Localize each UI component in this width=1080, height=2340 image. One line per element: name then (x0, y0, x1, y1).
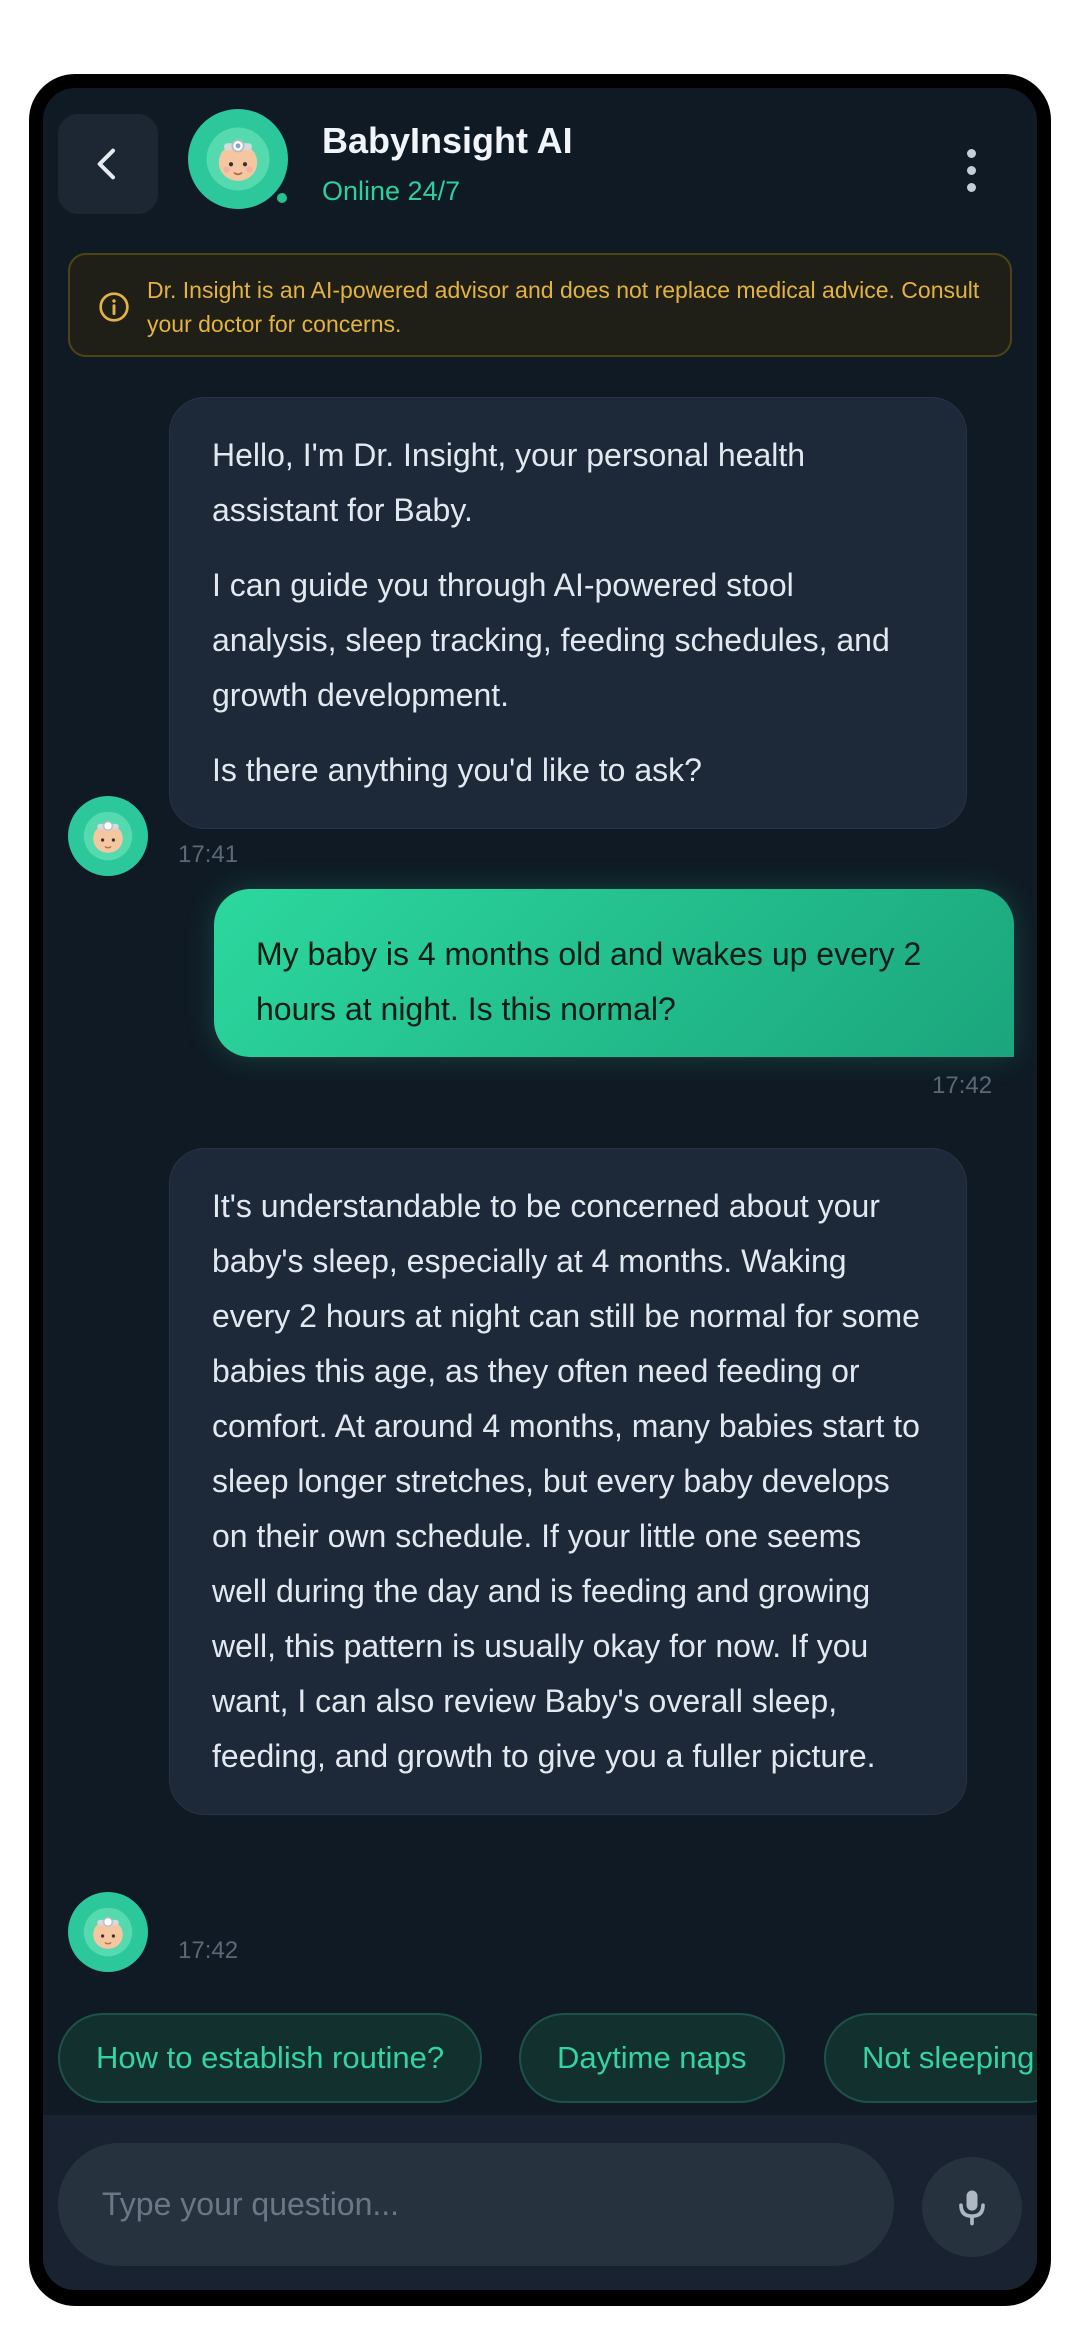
voice-input-button[interactable] (922, 2157, 1022, 2257)
info-icon (99, 292, 129, 322)
chat-header: BabyInsight AI Online 24/7 (43, 88, 1037, 248)
bot-message: Hello, I'm Dr. Insight, your personal he… (169, 397, 967, 829)
doctor-baby-icon (83, 1907, 133, 1957)
assistant-avatar (188, 109, 288, 209)
user-message: My baby is 4 months old and wakes up eve… (214, 889, 1014, 1057)
chat-screen: BabyInsight AI Online 24/7 Dr. Insight i… (43, 88, 1037, 2290)
more-options-button[interactable] (951, 138, 991, 202)
message-timestamp: 17:42 (178, 1937, 239, 1964)
suggestion-chip[interactable]: How to establish routine? (58, 2013, 483, 2103)
chevron-left-icon (97, 148, 115, 180)
disclaimer-text: Dr. Insight is an AI-powered advisor and… (147, 277, 980, 337)
more-vertical-icon (966, 148, 976, 158)
message-input-bar (43, 2115, 1037, 2290)
message-paragraph: Hello, I'm Dr. Insight, your personal he… (212, 437, 806, 528)
message-paragraph: I can guide you through AI-powered stool… (212, 567, 890, 713)
bot-message: It's understandable to be concerned abou… (169, 1148, 967, 1815)
medical-disclaimer: Dr. Insight is an AI-powered advisor and… (68, 253, 1012, 357)
message-timestamp: 17:42 (932, 1072, 993, 1099)
bot-avatar (68, 1892, 148, 1972)
suggestion-chips: How to establish routine? Daytime naps N… (58, 2013, 1037, 2105)
chat-title: BabyInsight AI (322, 120, 573, 161)
message-paragraph: Is there anything you'd like to ask? (212, 752, 702, 788)
question-input[interactable] (58, 2143, 894, 2266)
message-timestamp: 17:41 (178, 841, 239, 868)
doctor-baby-icon (206, 127, 270, 191)
online-status-text: Online 24/7 (322, 176, 461, 206)
suggestion-chip[interactable]: Not sleeping (824, 2013, 1037, 2103)
doctor-baby-icon (83, 811, 133, 861)
online-status-dot (274, 190, 290, 206)
microphone-icon (959, 2190, 985, 2226)
back-button[interactable] (58, 114, 158, 214)
suggestion-chip[interactable]: Daytime naps (519, 2013, 785, 2103)
bot-avatar (68, 796, 148, 876)
